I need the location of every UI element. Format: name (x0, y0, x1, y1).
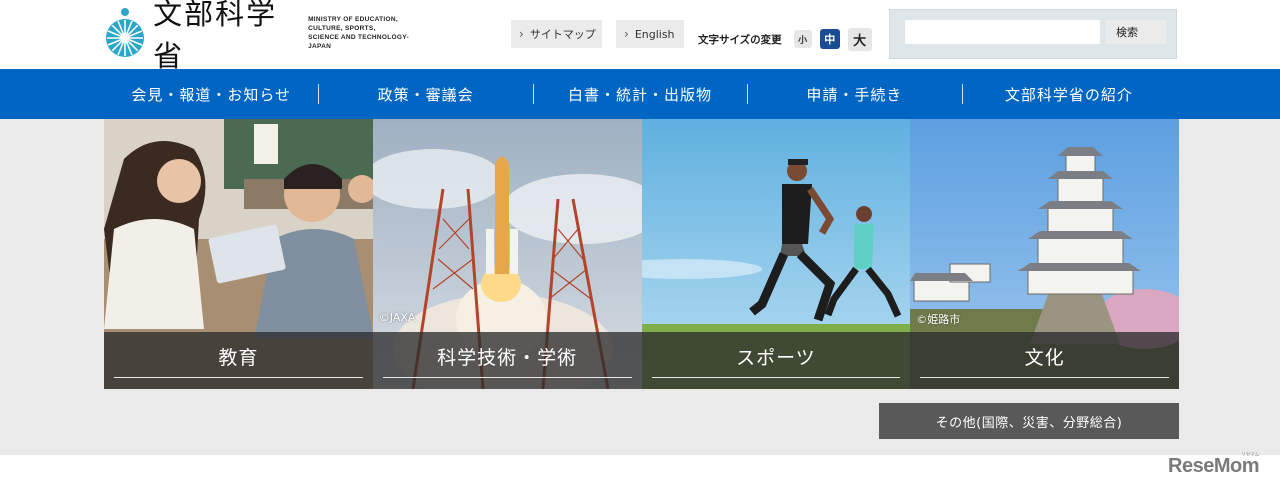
nav-item-publications[interactable]: 白書・統計・出版物 (532, 69, 747, 119)
logo-emblem-icon (104, 6, 145, 60)
sitemap-link[interactable]: › サイトマップ (511, 20, 602, 48)
english-link[interactable]: › English (616, 20, 684, 48)
logo-english-name: MINISTRY OF EDUCATION, CULTURE, SPORTS, … (308, 16, 409, 50)
tile-label: スポーツ (736, 347, 816, 369)
other-categories-button[interactable]: その他(国際、災害、分野総合) (879, 403, 1179, 439)
photo-credit: ©姫路市 (916, 313, 961, 326)
sitemap-label: サイトマップ (529, 28, 596, 41)
font-size-switcher: 文字サイズの変更 小 中 大 (698, 27, 880, 51)
tile-label: 科学技術・学術 (437, 347, 578, 369)
font-size-label: 文字サイズの変更 (698, 33, 782, 46)
photo-credit: ©JAXA (378, 311, 416, 324)
main-content: 教育 ©JAXA 科学技術・学術 スポーツ ©姫路市 文化 その他(国際、災害、… (0, 119, 1280, 455)
nav-item-applications[interactable]: 申請・手続き (747, 69, 961, 119)
tile-label: 文化 (1024, 347, 1065, 369)
font-size-medium-button[interactable]: 中 (819, 29, 840, 49)
nav-item-about[interactable]: 文部科学省の紹介 (961, 69, 1176, 119)
chevron-right-icon: › (624, 27, 629, 41)
nav-item-news[interactable]: 会見・報道・お知らせ (104, 69, 318, 119)
tile-science[interactable]: ©JAXA 科学技術・学術 (372, 119, 642, 389)
search-button[interactable]: 検索 (1106, 20, 1166, 44)
category-tiles: 教育 ©JAXA 科学技術・学術 スポーツ ©姫路市 文化 (104, 119, 1179, 389)
tile-education[interactable]: 教育 (104, 119, 373, 389)
tile-sports[interactable]: スポーツ (641, 119, 911, 389)
tile-culture[interactable]: ©姫路市 文化 (910, 119, 1179, 389)
english-label: English (634, 27, 675, 41)
nav-item-policy[interactable]: 政策・審議会 (318, 69, 532, 119)
search-box: 検索 (889, 9, 1177, 59)
ministry-logo[interactable]: 文部科学省 MINISTRY OF EDUCATION, CULTURE, SP… (104, 0, 424, 73)
resemom-watermark: ReseMom リセマム (1168, 452, 1259, 477)
tile-label: 教育 (218, 347, 259, 369)
search-input[interactable] (905, 20, 1100, 44)
site-header: 文部科学省 MINISTRY OF EDUCATION, CULTURE, SP… (0, 0, 1280, 73)
chevron-right-icon: › (519, 27, 524, 41)
global-nav: 会見・報道・お知らせ 政策・審議会 白書・統計・出版物 申請・手続き 文部科学省… (0, 69, 1280, 119)
font-size-large-button[interactable]: 大 (847, 27, 872, 51)
logo-name: 文部科学省 (153, 0, 278, 73)
font-size-small-button[interactable]: 小 (793, 30, 812, 48)
